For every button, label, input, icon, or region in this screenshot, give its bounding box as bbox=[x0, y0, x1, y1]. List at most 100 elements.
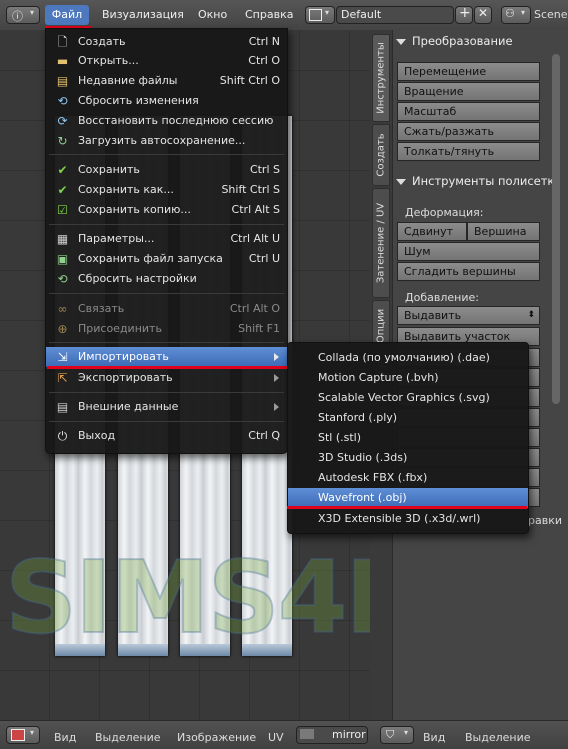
noise-button[interactable]: Шум bbox=[397, 242, 540, 261]
menu-item-label: X3D Extensible 3D (.x3d/.wrl) bbox=[318, 512, 481, 525]
menu-item-save-copy[interactable]: ☑ Сохранить копию... Ctrl Alt S bbox=[46, 200, 287, 220]
menu-item-shortcut: Ctrl Q bbox=[248, 429, 280, 442]
menu-view[interactable]: Вид bbox=[423, 731, 445, 744]
scale-button[interactable]: Масштаб bbox=[397, 102, 540, 121]
autosave-icon: ↻ bbox=[57, 134, 68, 148]
menu-window[interactable]: Окно bbox=[198, 8, 227, 21]
scene-selector-button[interactable]: ⚇ ▾ bbox=[501, 6, 531, 24]
file-menu-dropdown: 🗋 Создать Ctrl N ▬ Открыть... Ctrl O ▤ Недавн… bbox=[45, 28, 288, 454]
import-item-3ds[interactable]: 3D Studio (.3ds) bbox=[288, 448, 528, 468]
menu-item-new[interactable]: 🗋 Создать Ctrl N bbox=[46, 32, 287, 52]
shield-icon: ⛉ bbox=[386, 728, 395, 741]
import-item-ply[interactable]: Stanford (.ply) bbox=[288, 408, 528, 428]
menu-item-label: Восстановить последнюю сессию bbox=[78, 114, 274, 127]
menu-separator bbox=[49, 421, 284, 422]
menu-item-label: Связать bbox=[78, 302, 125, 315]
menu-select[interactable]: Выделение bbox=[465, 731, 531, 744]
shrink-fatten-button[interactable]: Сжать/разжать bbox=[397, 122, 540, 141]
menu-item-label: Сбросить настройки bbox=[78, 272, 197, 285]
menu-item-save-as[interactable]: ✔ Сохранить как... Shift Ctrl S bbox=[46, 180, 287, 200]
menu-item-preferences[interactable]: ▦ Параметры... Ctrl Alt U bbox=[46, 229, 287, 249]
menu-item-label: Экспортировать bbox=[78, 371, 173, 384]
menu-item-label: Wavefront (.obj) bbox=[318, 491, 407, 504]
deform-label: Деформация: bbox=[405, 206, 484, 219]
menu-item-reset-settings[interactable]: ⟲ Сбросить настройки bbox=[46, 269, 287, 289]
screen-layout-button[interactable]: ▾ bbox=[305, 6, 335, 24]
tab-tools[interactable]: Инструменты bbox=[372, 34, 390, 122]
menu-item-label: Сохранить как... bbox=[78, 183, 174, 196]
tab-shading-uv[interactable]: Затенение / UV bbox=[372, 188, 390, 298]
menu-item-save-startup[interactable]: ▣ Сохранить файл запуска Ctrl U bbox=[46, 249, 287, 269]
menu-item-recover-session[interactable]: ⟳ Восстановить последнюю сессию bbox=[46, 111, 287, 131]
menu-view[interactable]: Вид bbox=[54, 731, 76, 744]
menu-item-shortcut: Shift F1 bbox=[238, 322, 280, 335]
image-selector[interactable]: mirror bbox=[296, 726, 368, 744]
tool-shelf-scrollbar[interactable] bbox=[552, 54, 560, 404]
menu-file[interactable]: Файл bbox=[45, 5, 89, 25]
add-layout-button[interactable]: + bbox=[455, 5, 473, 24]
menu-item-shortcut: Ctrl U bbox=[248, 252, 280, 265]
menu-item-open[interactable]: ▬ Открыть... Ctrl O bbox=[46, 51, 287, 71]
layout-name-field[interactable]: Default bbox=[336, 6, 454, 24]
menu-item-label: Внешние данные bbox=[78, 400, 179, 413]
menu-item-shortcut: Shift Ctrl O bbox=[219, 74, 280, 87]
collapse-triangle-icon bbox=[396, 178, 406, 185]
layout-grid-icon bbox=[309, 9, 322, 21]
editor-type-button[interactable]: ▾ bbox=[6, 726, 40, 744]
menu-item-shortcut: Ctrl Alt S bbox=[231, 203, 280, 216]
import-item-obj[interactable]: Wavefront (.obj) bbox=[288, 488, 528, 508]
rotate-button[interactable]: Вращение bbox=[397, 82, 540, 101]
import-item-x3d[interactable]: X3D Extensible 3D (.x3d/.wrl) bbox=[288, 509, 528, 529]
menu-item-label: Сохранить bbox=[78, 163, 140, 176]
menu-item-quit[interactable]: ⏻ Выход Ctrl Q bbox=[46, 426, 287, 446]
editor-type-button[interactable]: ⛉ ▾ bbox=[380, 726, 414, 744]
image-browse-icon bbox=[300, 729, 314, 739]
menu-image[interactable]: Изображение bbox=[177, 731, 256, 744]
menu-item-external-data[interactable]: ▤ Внешние данные bbox=[46, 397, 287, 417]
menu-render[interactable]: Визуализация bbox=[102, 8, 184, 21]
annotation-underline-import bbox=[47, 366, 287, 369]
import-item-bvh[interactable]: Motion Capture (.bvh) bbox=[288, 368, 528, 388]
new-file-icon: 🗋 bbox=[57, 35, 68, 49]
import-item-stl[interactable]: Stl (.stl) bbox=[288, 428, 528, 448]
menu-item-recent[interactable]: ▤ Недавние файлы Shift Ctrl O bbox=[46, 71, 287, 91]
tab-label: Создать bbox=[375, 133, 387, 177]
smooth-vertices-button[interactable]: Сгладить вершины bbox=[397, 262, 540, 281]
menu-item-save[interactable]: ✔ Сохранить Ctrl S bbox=[46, 160, 287, 180]
folder-open-icon: ▬ bbox=[56, 54, 69, 68]
scene-name-field[interactable]: Scene bbox=[534, 8, 568, 21]
close-icon: ✕ bbox=[478, 6, 489, 20]
menu-separator bbox=[49, 224, 284, 225]
menu-item-import[interactable]: ⇲ Импортировать bbox=[46, 347, 287, 367]
push-pull-button[interactable]: Толкать/тянуть bbox=[397, 142, 540, 161]
mesh-tools-panel-header[interactable]: Инструменты полисетк bbox=[396, 174, 554, 188]
menu-item-shortcut: Ctrl Alt O bbox=[229, 302, 280, 315]
menu-item-label: Присоединить bbox=[78, 322, 162, 335]
slide-button[interactable]: Сдвинут bbox=[397, 222, 467, 241]
menu-help[interactable]: Справка bbox=[245, 8, 293, 21]
extrude-dropdown[interactable]: Выдавить ⬍ bbox=[397, 306, 540, 325]
menu-item-export[interactable]: ⇱ Экспортировать bbox=[46, 368, 287, 388]
tab-create[interactable]: Создать bbox=[372, 124, 390, 186]
import-item-svg[interactable]: Scalable Vector Graphics (.svg) bbox=[288, 388, 528, 408]
translate-button[interactable]: Перемещение bbox=[397, 62, 540, 81]
transform-panel-header[interactable]: Преобразование bbox=[396, 34, 513, 48]
menu-uv[interactable]: UV bbox=[268, 731, 284, 744]
import-item-fbx[interactable]: Autodesk FBX (.fbx) bbox=[288, 468, 528, 488]
delete-layout-button[interactable]: ✕ bbox=[474, 6, 492, 24]
menu-item-load-autosave[interactable]: ↻ Загрузить автосохранение... bbox=[46, 131, 287, 151]
menu-select[interactable]: Выделение bbox=[95, 731, 161, 744]
menu-item-label: Загрузить автосохранение... bbox=[78, 134, 246, 147]
submenu-arrow-icon bbox=[274, 403, 279, 411]
menu-item-revert[interactable]: ⟲ Сбросить изменения bbox=[46, 91, 287, 111]
vertex-slide-button[interactable]: Вершина bbox=[467, 222, 540, 241]
menu-item-label: Сохранить файл запуска bbox=[78, 252, 223, 265]
editor-type-button[interactable]: ⓘ ▾ bbox=[6, 6, 40, 24]
link-icon: ∞ bbox=[57, 302, 68, 316]
save-copy-icon: ☑ bbox=[57, 203, 68, 217]
external-data-icon: ▤ bbox=[56, 400, 69, 414]
chevron-down-icon: ▾ bbox=[325, 8, 330, 17]
menu-item-label: Сохранить копию... bbox=[78, 203, 191, 216]
chevron-down-icon: ▾ bbox=[30, 8, 35, 17]
import-item-collada[interactable]: Collada (по умолчанию) (.dae) bbox=[288, 348, 528, 368]
